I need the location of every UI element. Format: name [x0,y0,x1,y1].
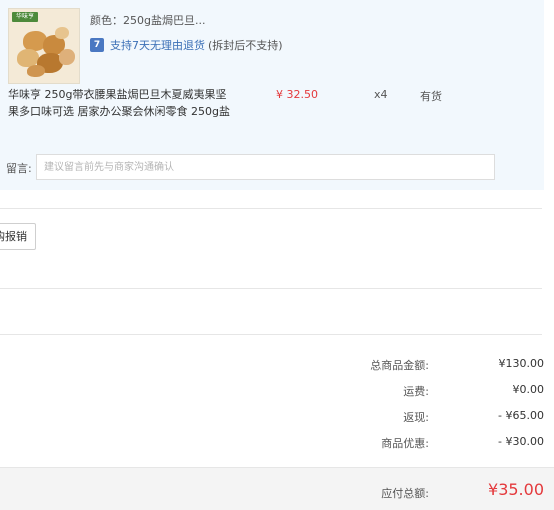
summary-label-shipping: 运费: [403,385,429,398]
thumbnail-brand-label: 华味亨 [12,12,39,22]
return-policy-icon: 7 [90,38,104,52]
summary-value-shipping: ¥0.00 [512,383,545,396]
payable-total-bar: 应付总额: ¥35.00 [0,467,554,510]
unit-price: ¥ 32.50 [276,88,318,101]
reimburse-button[interactable]: 购报销 [0,223,36,250]
summary-label-discount: 商品优惠: [381,437,429,450]
stock-status: 有货 [420,90,442,103]
product-name-link[interactable]: 华味亨 250g带衣腰果盐焗巴旦木夏威夷果坚果多口味可选 居家办公聚会休闲零食 … [8,86,230,120]
product-thumbnail[interactable]: 华味亨 [8,8,80,84]
summary-label-goods-total: 总商品金额: [370,359,429,372]
return-policy-condition: (拆封后不支持) [208,39,283,52]
return-policy-text: 支持7天无理由退货 [110,39,205,52]
summary-value-cashback: - ¥65.00 [498,409,544,422]
message-label: 留言: [6,162,32,175]
summary-label-cashback: 返现: [403,411,429,424]
order-item-panel: 华味亨 颜色：250g盐焗巴旦... 7 支持7天无理由退货 (拆封后不支持) … [0,0,544,190]
divider [0,208,542,209]
divider [0,334,542,335]
quantity: x4 [374,88,388,101]
return-policy: 7 支持7天无理由退货 (拆封后不支持) [90,37,283,53]
payable-total-label: 应付总额: [381,487,429,500]
summary-value-goods-total: ¥130.00 [498,357,545,370]
summary-value-discount: - ¥30.00 [498,435,544,448]
payable-total-value: ¥35.00 [488,480,544,499]
product-attribute: 颜色：250g盐焗巴旦... [90,14,206,27]
message-input[interactable] [36,154,495,180]
divider [0,288,542,289]
